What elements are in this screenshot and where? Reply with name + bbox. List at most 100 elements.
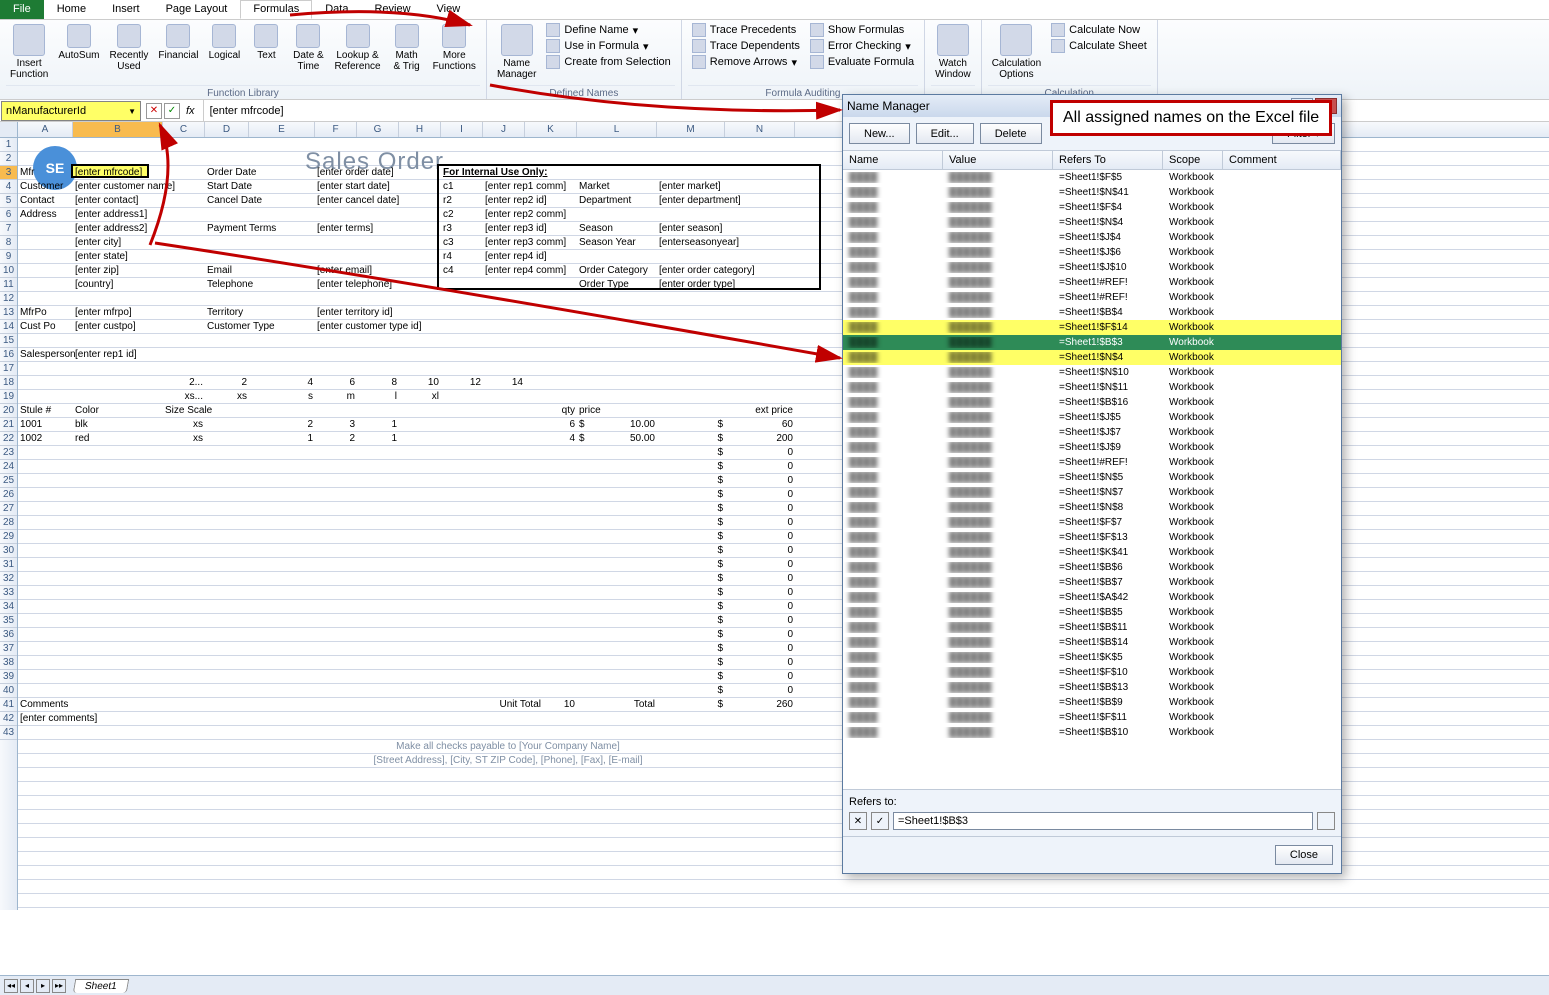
name-manager-row[interactable]: ██████████=Sheet1!$B$6Workbook	[843, 560, 1341, 575]
row-header-29[interactable]: 29	[0, 530, 17, 544]
error-checking-button[interactable]: Error Checking▾	[806, 38, 918, 54]
funclib-financial-button[interactable]: Financial	[154, 22, 202, 63]
name-manager-row[interactable]: ██████████=Sheet1!$F$4Workbook	[843, 200, 1341, 215]
cell-N25[interactable]: 0	[725, 474, 795, 488]
cell-I11[interactable]	[441, 278, 483, 292]
cell-K20[interactable]: qty	[525, 404, 577, 418]
cell-G18[interactable]: 8	[357, 376, 399, 390]
cell-B13[interactable]: [enter mfrpo]	[73, 306, 223, 320]
name-manager-row[interactable]: ██████████=Sheet1!$B$5Workbook	[843, 605, 1341, 620]
cell-M33[interactable]: $	[657, 586, 725, 600]
cell-M39[interactable]: $	[657, 670, 725, 684]
cell-B10[interactable]: [enter zip]	[73, 264, 223, 278]
row-header-35[interactable]: 35	[0, 614, 17, 628]
cell-N32[interactable]: 0	[725, 572, 795, 586]
cell-J10[interactable]: [enter rep4 comm]	[483, 264, 583, 278]
name-manager-row[interactable]: ██████████=Sheet1!$B$4Workbook	[843, 305, 1341, 320]
col-header-H[interactable]: H	[399, 122, 441, 137]
row-header-39[interactable]: 39	[0, 670, 17, 684]
cell-D11[interactable]: Telephone	[205, 278, 295, 292]
cell-F19[interactable]: m	[315, 390, 357, 404]
chevron-down-icon[interactable]: ▼	[128, 107, 136, 116]
cell-A13[interactable]: MfrPo	[18, 306, 73, 320]
name-manager-row[interactable]: ██████████=Sheet1!$J$4Workbook	[843, 230, 1341, 245]
cell-M38[interactable]: $	[657, 656, 725, 670]
cell-J7[interactable]: [enter rep3 id]	[483, 222, 583, 236]
show-formulas-button[interactable]: Show Formulas	[806, 22, 918, 38]
cell-L10[interactable]: Order Category	[577, 264, 667, 278]
cell-I5[interactable]: r2	[441, 194, 483, 208]
row-header-20[interactable]: 20	[0, 404, 17, 418]
cancel-formula-icon[interactable]: ✕	[146, 103, 162, 119]
cell-M31[interactable]: $	[657, 558, 725, 572]
cell-E19[interactable]: s	[249, 390, 315, 404]
name-manager-row[interactable]: ██████████=Sheet1!$F$13Workbook	[843, 530, 1341, 545]
name-manager-row[interactable]: ██████████=Sheet1!$B$9Workbook	[843, 695, 1341, 710]
cell-N31[interactable]: 0	[725, 558, 795, 572]
cell-F45[interactable]: [Street Address], [City, ST ZIP Code], […	[318, 754, 698, 768]
col-header-I[interactable]: I	[441, 122, 483, 137]
name-manager-row[interactable]: ██████████=Sheet1!$N$10Workbook	[843, 365, 1341, 380]
cell-B16[interactable]: [enter rep1 id]	[73, 348, 223, 362]
row-header-30[interactable]: 30	[0, 544, 17, 558]
cell-C20[interactable]: Size Scale	[163, 404, 243, 418]
cell-N28[interactable]: 0	[725, 516, 795, 530]
cell-B5[interactable]: [enter contact]	[73, 194, 223, 208]
cell-N26[interactable]: 0	[725, 488, 795, 502]
cell-M24[interactable]: $	[657, 460, 725, 474]
cell-I18[interactable]: 12	[441, 376, 483, 390]
cell-E21[interactable]: 2	[249, 418, 315, 432]
close-button[interactable]: Close	[1275, 845, 1333, 865]
row-header-36[interactable]: 36	[0, 628, 17, 642]
cell-L8[interactable]: Season Year	[577, 236, 667, 250]
tab-formulas[interactable]: Formulas	[240, 0, 312, 19]
cell-F13[interactable]: [enter territory id]	[315, 306, 435, 320]
name-manager-row[interactable]: ██████████=Sheet1!#REF!Workbook	[843, 455, 1341, 470]
cell-A6[interactable]: Address	[18, 208, 73, 222]
cell-I10[interactable]: c4	[441, 264, 483, 278]
cell-L22[interactable]: 50.00	[577, 432, 657, 446]
funclib-insert-function-button[interactable]: Insert Function	[6, 22, 52, 82]
cell-I7[interactable]: r3	[441, 222, 483, 236]
name-manager-row[interactable]: ██████████=Sheet1!$N$11Workbook	[843, 380, 1341, 395]
cell-J6[interactable]: [enter rep2 comm]	[483, 208, 583, 222]
cell-N30[interactable]: 0	[725, 544, 795, 558]
remove-arrows-button[interactable]: Remove Arrows▾	[688, 54, 804, 70]
row-header-41[interactable]: 41	[0, 698, 17, 712]
cell-A21[interactable]: 1001	[18, 418, 73, 432]
cell-B14[interactable]: [enter custpo]	[73, 320, 223, 334]
selected-cell-b3[interactable]: [enter mfrcode]	[71, 164, 149, 178]
cell-L7[interactable]: Season	[577, 222, 667, 236]
cell-M40[interactable]: $	[657, 684, 725, 698]
name-manager-row[interactable]: ██████████=Sheet1!$A$42Workbook	[843, 590, 1341, 605]
funclib-text-button[interactable]: Text	[246, 22, 286, 63]
funclib-math-trig-button[interactable]: Math & Trig	[387, 22, 427, 74]
cell-L41[interactable]: Total	[577, 698, 657, 712]
cell-H19[interactable]: xl	[399, 390, 441, 404]
cell-I3[interactable]: For Internal Use Only:	[441, 166, 621, 180]
cell-C19[interactable]: xs...	[163, 390, 205, 404]
cell-M8[interactable]: [enterseasonyear]	[657, 236, 777, 250]
cell-A22[interactable]: 1002	[18, 432, 73, 446]
cell-B4[interactable]: [enter customer name]	[73, 180, 223, 194]
name-manager-list[interactable]: ██████████=Sheet1!$F$5Workbook██████████…	[843, 170, 1341, 789]
row-header-37[interactable]: 37	[0, 642, 17, 656]
col-header-G[interactable]: G	[357, 122, 399, 137]
name-manager-row[interactable]: ██████████=Sheet1!$N$7Workbook	[843, 485, 1341, 500]
col-header-D[interactable]: D	[205, 122, 249, 137]
cell-C21[interactable]: xs	[163, 418, 205, 432]
cell-L21[interactable]: 10.00	[577, 418, 657, 432]
name-manager-row[interactable]: ██████████=Sheet1!#REF!Workbook	[843, 290, 1341, 305]
cell-M10[interactable]: [enter order category]	[657, 264, 777, 278]
cell-N33[interactable]: 0	[725, 586, 795, 600]
delete-button[interactable]: Delete	[980, 123, 1042, 144]
cell-D13[interactable]: Territory	[205, 306, 295, 320]
name-manager-row[interactable]: ██████████=Sheet1!$N$5Workbook	[843, 470, 1341, 485]
row-header-19[interactable]: 19	[0, 390, 17, 404]
funclib-autosum-button[interactable]: AutoSum	[54, 22, 103, 63]
cell-F4[interactable]: [enter start date]	[315, 180, 435, 194]
cell-C22[interactable]: xs	[163, 432, 205, 446]
row-header-4[interactable]: 4	[0, 180, 17, 194]
row-header-28[interactable]: 28	[0, 516, 17, 530]
cell-B6[interactable]: [enter address1]	[73, 208, 223, 222]
